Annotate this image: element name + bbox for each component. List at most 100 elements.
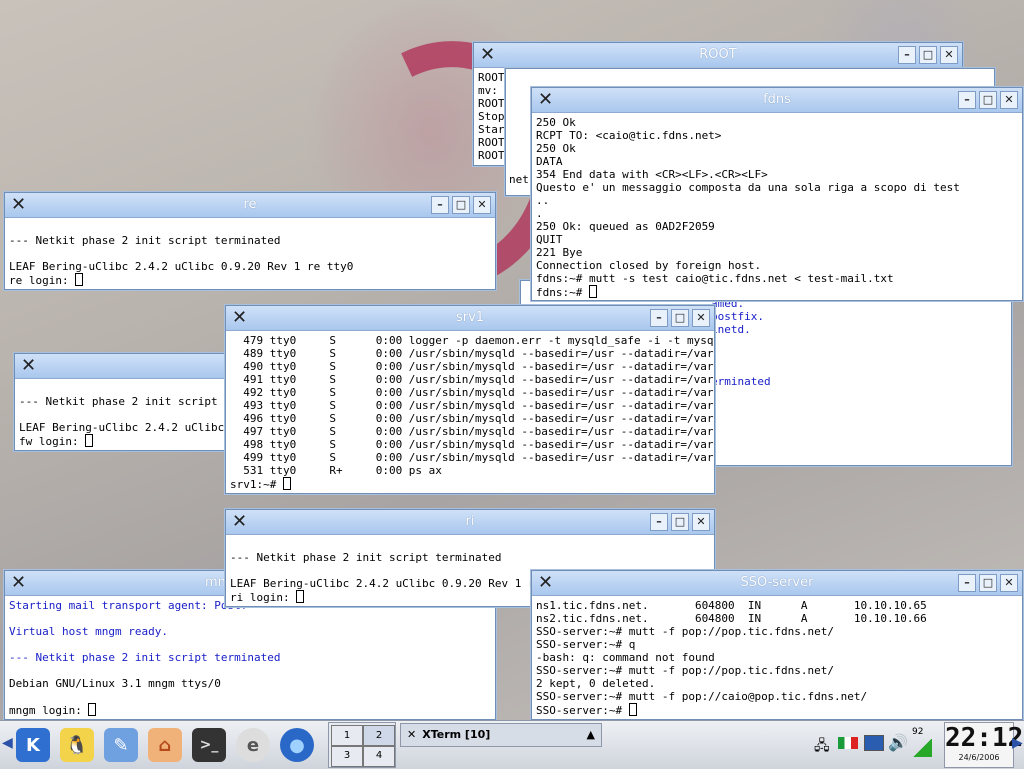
window-srv1[interactable]: ✕ srv1 – □ ✕ 479 tty0 S 0:00 logger -p dae… (225, 305, 715, 494)
emacs-icon[interactable]: e (236, 728, 270, 762)
clock-time: 22:12 (945, 723, 1024, 753)
window-menu-icon[interactable]: ✕ (11, 574, 31, 592)
terminal-prompt[interactable]: srv1:~# (230, 477, 710, 491)
terminal-line: 250 Ok (536, 116, 576, 129)
window-title: ROOT (699, 47, 737, 62)
close-button[interactable]: ✕ (692, 513, 710, 531)
minimize-button[interactable]: – (958, 91, 976, 109)
window-re[interactable]: ✕ re – □ ✕ --- Netkit phase 2 init script … (4, 192, 496, 290)
terminal-line: DATA (536, 155, 563, 168)
window-menu-icon[interactable]: ✕ (21, 357, 41, 375)
home-icon[interactable]: ⌂ (148, 728, 182, 762)
text-cursor (588, 285, 597, 298)
taskbar-task-xterm[interactable]: ✕ XTerm [10] ▲ (400, 723, 602, 747)
titlebar[interactable]: ✕ ri – □ ✕ (226, 510, 714, 535)
window-title: fdns (763, 92, 791, 107)
text-cursor (88, 703, 97, 716)
prompt-text: fdns:~# (536, 286, 589, 299)
titlebar[interactable]: ✕ re – □ ✕ (5, 193, 495, 218)
titlebar[interactable]: ✕ SSO-server – □ ✕ (532, 571, 1022, 596)
terminal-prompt[interactable]: mngm login: (9, 703, 491, 717)
minimize-button[interactable]: – (958, 574, 976, 592)
terminal-line: Virtual host mngm ready. (9, 625, 168, 638)
clock[interactable]: 22:12 24/6/2006 (944, 722, 1024, 768)
close-button[interactable]: ✕ (1000, 91, 1018, 109)
maximize-button[interactable]: □ (671, 309, 689, 327)
pager-desktop-1[interactable]: 1 (331, 725, 363, 747)
titlebar[interactable]: ✕ srv1 – □ ✕ (226, 306, 714, 331)
window-title: srv1 (455, 310, 485, 325)
system-tray: 🖧 🔊 92 (808, 725, 942, 765)
terminal-prompt[interactable]: re login: (9, 273, 491, 287)
tux-icon[interactable]: 🐧 (60, 728, 94, 762)
minimize-button[interactable]: – (650, 309, 668, 327)
terminal-line: . (536, 207, 543, 220)
window-title: SSO-server (740, 575, 814, 590)
close-button[interactable]: ✕ (473, 196, 491, 214)
prompt-text: re login: (9, 274, 76, 287)
taskbar-scroll-left-icon[interactable]: ◀ (2, 735, 13, 751)
kde-menu-icon[interactable]: K (16, 728, 50, 762)
maximize-button[interactable]: □ (919, 46, 937, 64)
maximize-button[interactable]: □ (979, 91, 997, 109)
taskbar-scroll-right-icon[interactable]: ▶ (1012, 735, 1023, 751)
terminal-line: QUIT (536, 233, 563, 246)
maximize-button[interactable]: □ (671, 513, 689, 531)
close-button[interactable]: ✕ (940, 46, 958, 64)
titlebar[interactable]: ✕ ROOT – □ ✕ (474, 43, 962, 68)
terminal-line: postfix. (711, 310, 764, 323)
terminal-line: RCPT TO: <caio@tic.fdns.net> (536, 129, 722, 142)
terminal-output: Starting mail transport agent: Postf Vir… (5, 596, 495, 719)
text-cursor (282, 477, 291, 490)
window-sso-server[interactable]: ✕ SSO-server – □ ✕ ns1.tic.fdns.net. 60480… (531, 570, 1023, 720)
terminal-icon[interactable]: >_ (192, 728, 226, 762)
maximize-button[interactable]: □ (979, 574, 997, 592)
pager-desktop-3[interactable]: 3 (331, 745, 363, 767)
window-title: mn (205, 575, 226, 590)
chevron-up-icon[interactable]: ▲ (587, 724, 595, 746)
terminal-line: ' (711, 388, 1007, 401)
terminal-line: --- Netkit phase 2 init script terminate… (230, 551, 502, 564)
prompt-text: SSO-server:~# (536, 704, 629, 717)
close-button[interactable]: ✕ (1000, 574, 1018, 592)
signal-bars-icon[interactable] (912, 739, 932, 757)
display-icon[interactable] (864, 735, 884, 751)
keyboard-layout-icon[interactable] (838, 737, 858, 749)
pager-desktop-4[interactable]: 4 (363, 745, 395, 767)
terminal-output: ns1.tic.fdns.net. 604800 IN A 10.10.10.6… (532, 596, 1022, 719)
prompt-text: srv1:~# (230, 478, 283, 491)
terminal-line: Questo e' un messaggio composta da una s… (536, 181, 960, 194)
window-controls: – □ ✕ (958, 574, 1018, 592)
network-icon[interactable]: 🖧 (814, 735, 830, 759)
pager-desktop-2[interactable]: 2 (363, 725, 395, 747)
text-cursor (628, 703, 637, 716)
editor-icon[interactable]: ✎ (104, 728, 138, 762)
close-button[interactable]: ✕ (692, 309, 710, 327)
window-title: ri (465, 514, 475, 529)
minimize-button[interactable]: – (431, 196, 449, 214)
maximize-button[interactable]: □ (452, 196, 470, 214)
minimize-button[interactable]: – (898, 46, 916, 64)
terminal-line: inetd. (711, 323, 751, 336)
terminal-line: 493 tty0 S 0:00 /usr/sbin/mysqld --based… (230, 399, 715, 412)
minimize-button[interactable]: – (650, 513, 668, 531)
terminal-prompt[interactable]: fdns:~# (536, 285, 1018, 299)
browser-globe-icon[interactable]: ● (280, 728, 314, 762)
titlebar[interactable]: ✕ fdns – □ ✕ (532, 88, 1022, 113)
text-cursor (296, 590, 305, 603)
window-title: re (243, 197, 257, 212)
window-controls: – □ ✕ (650, 513, 710, 531)
window-fdns[interactable]: ✕ fdns – □ ✕ 250 Ok RCPT TO: <caio@tic.fdns… (531, 87, 1023, 301)
terminal-prompt[interactable]: SSO-server:~# (536, 703, 1018, 717)
text-cursor (75, 273, 84, 286)
terminal-line: 354 End data with <CR><LF>.<CR><LF> (536, 168, 768, 181)
terminal-line: 479 tty0 S 0:00 logger -p daemon.err -t … (230, 334, 715, 347)
speaker-icon[interactable]: 🔊 (888, 733, 908, 752)
window-controls: – □ ✕ (898, 46, 958, 64)
terminal-line: 492 tty0 S 0:00 /usr/sbin/mysqld --based… (230, 386, 715, 399)
terminal-line: erminated (711, 375, 771, 388)
